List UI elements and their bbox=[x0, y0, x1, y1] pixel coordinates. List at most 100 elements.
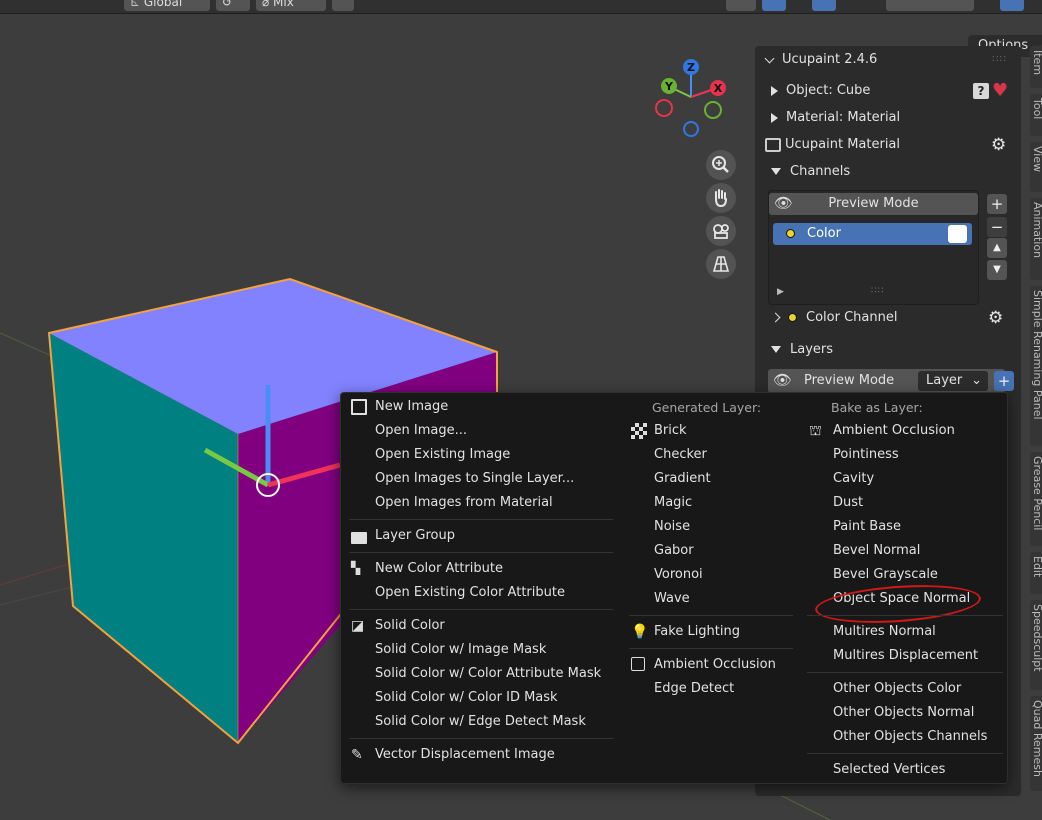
image-icon bbox=[351, 399, 367, 415]
proportional-edit-button[interactable] bbox=[332, 0, 354, 11]
menu-item-bake-bevel-normal[interactable]: Bevel Normal bbox=[833, 540, 1003, 562]
ucupaint-panel-header[interactable]: Ucupaint 2.4.6 ∷∷ bbox=[755, 48, 1021, 72]
bake-as-layer-header: Bake as Layer: bbox=[831, 400, 923, 415]
menu-item-brick[interactable]: Brick bbox=[654, 420, 794, 442]
editor-type-button[interactable] bbox=[1000, 0, 1024, 11]
menu-item-bake-other-objects-normal[interactable]: Other Objects Normal bbox=[833, 702, 1003, 724]
tab-speedsculpt[interactable]: Speedsculpt bbox=[1030, 600, 1042, 690]
menu-item-open-existing-image[interactable]: Open Existing Image bbox=[375, 444, 637, 466]
selectability-dropdown[interactable] bbox=[726, 0, 756, 11]
nav-neg-y-axis-icon[interactable] bbox=[704, 101, 722, 119]
menu-item-bake-bevel-grayscale[interactable]: Bevel Grayscale bbox=[833, 564, 1003, 586]
menu-item-solid-color-edge-detect-mask[interactable]: Solid Color w/ Edge Detect Mask bbox=[375, 711, 637, 733]
layer-type-dropdown[interactable]: Layer ⌄ bbox=[918, 371, 988, 391]
menu-item-ambient-occlusion-generated[interactable]: Ambient Occlusion bbox=[654, 654, 794, 676]
menu-item-new-color-attribute[interactable]: New Color Attribute bbox=[375, 558, 637, 580]
preview-mode-button[interactable]: 👁 Preview Mode bbox=[769, 193, 978, 215]
tab-animation[interactable]: Animation bbox=[1030, 198, 1042, 280]
gear-icon[interactable]: ⚙ bbox=[988, 306, 1003, 330]
orientation-icon: ⊾ bbox=[130, 0, 144, 9]
menu-item-checker[interactable]: Checker bbox=[654, 444, 794, 466]
layers-toolbar: 👁 Preview Mode Layer ⌄ + bbox=[768, 369, 1014, 393]
chevron-right-icon bbox=[770, 312, 781, 323]
nav-neg-z-axis-icon[interactable] bbox=[683, 121, 699, 137]
menu-item-bake-selected-vertices[interactable]: Selected Vertices bbox=[833, 759, 1003, 781]
menu-item-gradient[interactable]: Gradient bbox=[654, 468, 794, 490]
menu-item-open-images-from-material[interactable]: Open Images from Material bbox=[375, 492, 637, 514]
add-layer-button[interactable]: + bbox=[994, 371, 1014, 391]
folder-icon bbox=[351, 532, 367, 544]
menu-item-new-image[interactable]: New Image bbox=[375, 396, 637, 418]
menu-item-bake-pointiness[interactable]: Pointiness bbox=[833, 444, 1003, 466]
object-subpanel[interactable]: Object: Cube ? ♥ bbox=[755, 79, 1021, 103]
shading-modes-group[interactable] bbox=[886, 0, 974, 11]
move-up-button[interactable]: ▲ bbox=[987, 238, 1007, 258]
snap-mode-dropdown[interactable]: ⌀ Mix bbox=[256, 0, 326, 11]
layers-preview-mode-button[interactable]: Preview Mode bbox=[804, 373, 894, 389]
menu-item-open-existing-color-attribute[interactable]: Open Existing Color Attribute bbox=[375, 582, 637, 604]
zoom-icon[interactable] bbox=[706, 150, 736, 180]
tab-tool[interactable]: Tool bbox=[1030, 94, 1042, 136]
tab-view[interactable]: View bbox=[1030, 142, 1042, 192]
expand-triangle-icon bbox=[771, 112, 778, 123]
tab-item[interactable]: Item bbox=[1030, 46, 1042, 88]
menu-item-solid-color-color-id-mask[interactable]: Solid Color w/ Color ID Mask bbox=[375, 687, 637, 709]
menu-item-fake-lighting[interactable]: Fake Lighting bbox=[654, 621, 794, 643]
perspective-grid-icon[interactable] bbox=[706, 249, 736, 279]
menu-item-vector-displacement-image[interactable]: Vector Displacement Image bbox=[375, 744, 637, 766]
menu-item-solid-color[interactable]: Solid Color bbox=[375, 615, 637, 637]
nav-neg-x-axis-icon[interactable] bbox=[655, 99, 673, 117]
add-channel-button[interactable]: + bbox=[987, 194, 1007, 214]
camera-view-icon[interactable] bbox=[706, 216, 736, 246]
menu-item-layer-group[interactable]: Layer Group bbox=[375, 525, 637, 547]
nav-x-label: X bbox=[714, 82, 723, 95]
menu-item-solid-color-image-mask[interactable]: Solid Color w/ Image Mask bbox=[375, 639, 637, 661]
layers-subpanel[interactable]: Layers bbox=[755, 338, 1021, 362]
tab-edit[interactable]: Edit bbox=[1030, 552, 1042, 594]
collapse-triangle-icon bbox=[771, 346, 781, 353]
menu-item-magic[interactable]: Magic bbox=[654, 492, 794, 514]
menu-item-solid-color-color-attribute-mask[interactable]: Solid Color w/ Color Attribute Mask bbox=[375, 663, 637, 685]
menu-item-bake-dust[interactable]: Dust bbox=[833, 492, 1003, 514]
gizmo-toggle-button[interactable] bbox=[762, 0, 786, 11]
tab-simple-renaming-panel[interactable]: Simple Renaming Panel bbox=[1030, 286, 1042, 446]
menu-item-bake-other-objects-channels[interactable]: Other Objects Channels bbox=[833, 726, 1003, 748]
menu-item-bake-other-objects-color[interactable]: Other Objects Color bbox=[833, 678, 1003, 700]
menu-item-bake-multires-normal[interactable]: Multires Normal bbox=[833, 621, 1003, 643]
transform-orientation-dropdown[interactable]: ⊾ Global bbox=[124, 0, 210, 11]
drag-handle-icon[interactable]: ∷∷ bbox=[992, 48, 1007, 72]
menu-item-bake-paint-base[interactable]: Paint Base bbox=[833, 516, 1003, 538]
gear-icon[interactable]: ⚙ bbox=[991, 133, 1006, 157]
menu-item-edge-detect[interactable]: Edge Detect bbox=[654, 678, 794, 700]
menu-item-open-image[interactable]: Open Image... bbox=[375, 420, 637, 442]
remove-channel-button[interactable]: − bbox=[987, 217, 1007, 237]
menu-item-voronoi[interactable]: Voronoi bbox=[654, 564, 794, 586]
expand-triangle-icon[interactable]: ▶ bbox=[777, 287, 784, 297]
channel-dot-icon bbox=[788, 313, 797, 322]
move-down-button[interactable]: ▼ bbox=[987, 260, 1007, 280]
eye-icon[interactable]: 👁 bbox=[773, 371, 792, 389]
material-subpanel[interactable]: Material: Material bbox=[755, 106, 1021, 130]
tab-quad-remesh[interactable]: Quad Remesh bbox=[1030, 696, 1042, 791]
channels-subpanel[interactable]: Channels bbox=[755, 160, 1021, 184]
nav-z-label: Z bbox=[687, 61, 695, 74]
help-icon[interactable]: ? bbox=[973, 83, 989, 99]
menu-item-open-images-single-layer[interactable]: Open Images to Single Layer... bbox=[375, 468, 637, 490]
add-layer-menu: New Image Open Image... Open Existing Im… bbox=[340, 392, 1008, 784]
viewport-header: ⊾ Global ↺ ⌀ Mix bbox=[0, 0, 1042, 14]
menu-item-bake-cavity[interactable]: Cavity bbox=[833, 468, 1003, 490]
menu-item-noise[interactable]: Noise bbox=[654, 516, 794, 538]
menu-item-wave[interactable]: Wave bbox=[654, 588, 794, 610]
tab-grease-pencil[interactable]: Grease Pencil bbox=[1030, 452, 1042, 546]
overlays-toggle-button[interactable] bbox=[812, 0, 836, 11]
pan-hand-icon[interactable] bbox=[706, 183, 736, 213]
color-swatch[interactable] bbox=[948, 225, 967, 243]
menu-item-gabor[interactable]: Gabor bbox=[654, 540, 794, 562]
pivot-point-dropdown[interactable]: ↺ bbox=[216, 0, 250, 11]
menu-item-bake-ambient-occlusion[interactable]: Ambient Occlusion bbox=[833, 420, 1003, 442]
color-channel-subpanel[interactable]: Color Channel ⚙ bbox=[755, 306, 1021, 330]
menu-item-bake-multires-displacement[interactable]: Multires Displacement bbox=[833, 645, 1003, 667]
channel-item-color[interactable]: Color bbox=[773, 223, 972, 245]
heart-icon[interactable]: ♥ bbox=[992, 79, 1008, 103]
resize-handle-icon[interactable]: ∷∷ bbox=[871, 286, 884, 296]
